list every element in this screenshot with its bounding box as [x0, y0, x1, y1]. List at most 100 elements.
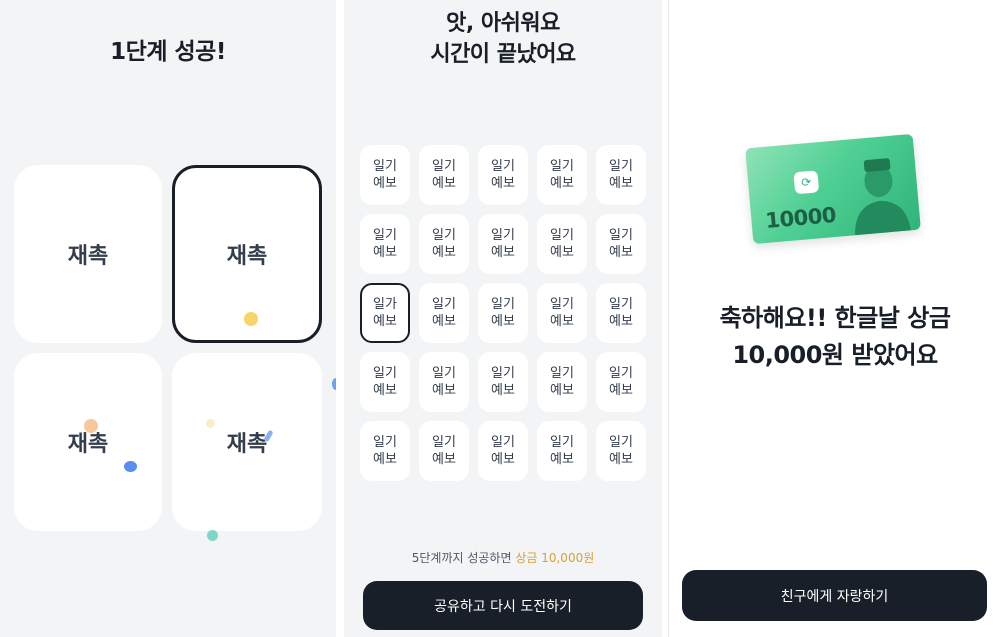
- answer-card-3[interactable]: 재촉: [14, 353, 162, 531]
- banknote-illustration: ⟳ 10000: [745, 133, 921, 245]
- word-cell-line-1: 일기: [491, 297, 515, 312]
- word-cell[interactable]: 일기예보: [478, 214, 528, 274]
- word-cell-line-1: 일기: [432, 228, 456, 243]
- card-label: 재촉: [226, 432, 268, 457]
- congrats-line-2: 10,000원 받았어요: [732, 341, 938, 369]
- word-cell-line-1: 일기: [609, 297, 633, 312]
- word-cell-line-2: 예보: [373, 383, 397, 398]
- portrait-icon: [855, 158, 911, 236]
- confetti-dot: [207, 530, 218, 541]
- word-cell[interactable]: 일기예보: [596, 214, 646, 274]
- word-grid: 일기 예보 일기 예보 일기 예보 일기 예보 일기 예보 일기 예보 일기 예보 일기 예보 일기 예보 일기 예보…: [360, 145, 646, 481]
- timeout-screen: 앗, 아쉬워요 시간이 끝났어요 일기 예보 일기 예보 일기 예보 일기 예보 일기 예보 일기 예…: [344, 0, 662, 637]
- word-cell-line-2: 예보: [609, 176, 633, 191]
- word-cell-line-1: 일기: [491, 366, 515, 381]
- word-cell[interactable]: 일기 예보: [596, 352, 646, 412]
- word-cell-line-2: 예보: [491, 245, 515, 260]
- page-title: 1단계 성공!: [110, 39, 226, 65]
- word-cell[interactable]: 일기예보: [537, 352, 587, 412]
- word-cell-line-2: 예보: [550, 314, 574, 329]
- word-cell-line-1: 일기: [550, 366, 574, 381]
- toss-logo-icon: ⟳: [793, 170, 820, 195]
- answer-card-4[interactable]: 재촉: [172, 353, 322, 531]
- word-cell[interactable]: 일기예보: [537, 283, 587, 343]
- word-cell-line-1: 일기: [432, 366, 456, 381]
- word-cell[interactable]: 일기예보: [478, 352, 528, 412]
- word-cell-line-2: 예보: [432, 383, 456, 398]
- word-cell[interactable]: 일기예보: [596, 421, 646, 481]
- word-cell-line-1: 일기: [432, 435, 456, 450]
- confetti-dot: [332, 378, 336, 390]
- title-line-1: 앗, 아쉬워요: [446, 11, 560, 36]
- word-cell-line-2: 예보: [432, 314, 456, 329]
- word-cell-line-1: 일기: [432, 297, 456, 312]
- word-cell-line-1: 일기: [550, 297, 574, 312]
- word-cell-line-2: 예보: [373, 176, 397, 191]
- word-cell-line-2: 예보: [432, 176, 456, 191]
- word-cell-line-2: 예보: [373, 245, 397, 260]
- confetti-dot: [206, 419, 215, 428]
- stage1-success-screen: 1단계 성공! 재촉 재촉 재촉 재촉: [0, 0, 336, 637]
- word-cell[interactable]: 일기예보: [360, 352, 410, 412]
- word-cell[interactable]: 일기예보: [537, 145, 587, 205]
- word-cell-line-2: 예보: [550, 452, 574, 467]
- word-cell-line-2: 예보: [432, 245, 456, 260]
- congrats-message: 축하해요!! 한글날 상금 10,000원 받았어요: [669, 300, 1000, 374]
- word-cell-line-1: 일기: [373, 228, 397, 243]
- word-cell[interactable]: 일기예보: [360, 214, 410, 274]
- word-cell[interactable]: 일기예보: [537, 214, 587, 274]
- congrats-line-1: 축하해요!! 한글날 상금: [719, 304, 951, 332]
- prize-screen: ⟳ 10000 축하해요!! 한글날 상금 10,000원 받았어요 친구에게 …: [668, 0, 1000, 637]
- word-cell-line-2: 예보: [491, 314, 515, 329]
- word-cell[interactable]: 일기예보: [419, 214, 469, 274]
- word-cell[interactable]: 일기예보: [596, 283, 646, 343]
- word-cell[interactable]: 일기예보: [419, 145, 469, 205]
- word-cell-line-1: 일기: [550, 435, 574, 450]
- word-cell[interactable]: 일기 예보: [478, 421, 528, 481]
- word-cell-line-2: 예보: [550, 245, 574, 260]
- word-cell-line-2: 예보: [550, 176, 574, 191]
- button-label: 공유하고 다시 도전하기: [434, 598, 572, 615]
- word-cell-line-1: 일가: [373, 297, 397, 312]
- card-label: 재촉: [67, 244, 109, 269]
- word-cell[interactable]: 일기 예보: [360, 421, 410, 481]
- word-cell-line-1: 일기: [609, 228, 633, 243]
- word-cell[interactable]: 일기예보: [478, 283, 528, 343]
- word-cell-line-2: 예보: [432, 452, 456, 467]
- word-cell-selected[interactable]: 일가예보: [360, 283, 410, 343]
- word-cell-line-2: 예보: [609, 452, 633, 467]
- button-label: 친구에게 자랑하기: [780, 588, 889, 605]
- word-cell[interactable]: 일기예보: [596, 145, 646, 205]
- word-cell-line-2: 예보: [609, 314, 633, 329]
- reward-amount: 상금 10,000원: [515, 551, 595, 565]
- word-cell-line-1: 일기: [491, 228, 515, 243]
- word-cell[interactable]: 일기예보: [537, 421, 587, 481]
- word-cell-line-2: 예보: [609, 383, 633, 398]
- brag-to-friends-button[interactable]: 친구에게 자랑하기: [682, 570, 987, 621]
- word-cell-line-2: 예보: [491, 452, 515, 467]
- word-cell-line-2: 예보: [550, 383, 574, 398]
- confetti-dot: [84, 419, 98, 433]
- share-retry-button[interactable]: 공유하고 다시 도전하기: [363, 581, 643, 630]
- word-cell[interactable]: 일기예보: [419, 283, 469, 343]
- word-cell-line-2: 예보: [609, 245, 633, 260]
- word-cell-line-1: 일기: [550, 228, 574, 243]
- word-cell[interactable]: 일기예보: [360, 145, 410, 205]
- word-cell[interactable]: 일기예보: [419, 421, 469, 481]
- word-cell-line-2: 예보: [373, 314, 397, 329]
- word-cell-line-1: 일기: [491, 159, 515, 174]
- word-cell-line-1: 일기: [550, 159, 574, 174]
- word-cell[interactable]: 일기예보: [419, 352, 469, 412]
- word-cell[interactable]: 일기 예보: [478, 145, 528, 205]
- confetti-dot: [244, 312, 258, 326]
- reward-note: 5단계까지 성공하면 상금 10,000원: [344, 549, 662, 566]
- word-cell-line-2: 예보: [491, 383, 515, 398]
- word-cell-line-1: 일기: [609, 435, 633, 450]
- reward-note-text: 5단계까지 성공하면: [411, 551, 516, 565]
- word-cell-line-1: 일기: [432, 159, 456, 174]
- word-cell-line-1: 일기: [609, 159, 633, 174]
- word-cell-line-1: 일기: [373, 366, 397, 381]
- page-title: 앗, 아쉬워요 시간이 끝났어요: [344, 8, 662, 70]
- word-cell-line-1: 일기: [373, 159, 397, 174]
- answer-card-1[interactable]: 재촉: [14, 165, 162, 343]
